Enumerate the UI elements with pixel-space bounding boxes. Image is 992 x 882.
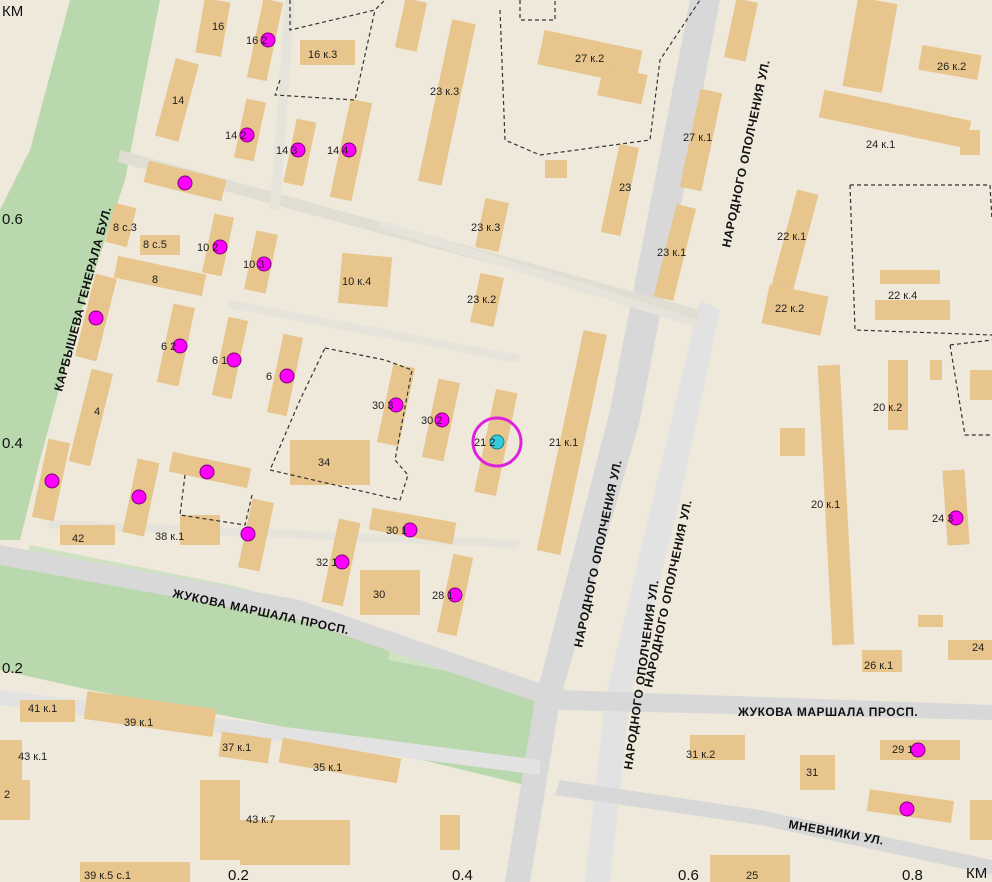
house-label: 34 <box>318 457 330 469</box>
map-marker <box>131 489 147 505</box>
house-label: 21 к.1 <box>549 437 578 449</box>
building <box>180 515 220 545</box>
house-label: 29 1 <box>892 744 913 756</box>
house-label: 31 <box>806 767 818 779</box>
house-label: 30 3 <box>372 400 393 412</box>
scale-tick: 0.2 <box>2 660 23 677</box>
building <box>360 570 420 615</box>
house-label: 26 к.1 <box>864 660 893 672</box>
house-label: 24 к.1 <box>866 139 895 151</box>
map-marker <box>199 464 215 480</box>
house-label: 35 к.1 <box>313 762 342 774</box>
map-marker <box>899 801 915 817</box>
house-label: 10 3 <box>243 259 264 271</box>
building <box>888 360 908 430</box>
house-label: 8 с.3 <box>113 222 137 234</box>
house-label: 14 <box>172 95 184 107</box>
building <box>880 270 940 284</box>
house-label: 31 к.2 <box>686 749 715 761</box>
house-label: 23 к.1 <box>657 247 686 259</box>
house-label: 6 2 <box>161 341 176 353</box>
house-label: 25 <box>746 870 758 882</box>
building <box>970 800 992 840</box>
building <box>960 130 980 155</box>
house-label: 42 <box>72 533 84 545</box>
house-label: 37 к.1 <box>222 742 251 754</box>
map-svg[interactable]: 16 16 2 16 к.3 14 14 2 14 3 14 4 23 к.3 … <box>0 0 992 882</box>
house-label: 16 2 <box>246 35 267 47</box>
house-label: 2 <box>4 789 10 801</box>
house-label: 14 3 <box>276 145 297 157</box>
map-canvas[interactable]: 16 16 2 16 к.3 14 14 2 14 3 14 4 23 к.3 … <box>0 0 992 882</box>
house-label: 10 2 <box>197 242 218 254</box>
building <box>545 160 567 178</box>
house-label: 22 к.4 <box>888 290 917 302</box>
house-label: 22 к.2 <box>775 303 804 315</box>
house-label: 23 к.2 <box>467 294 496 306</box>
house-label: 8 с.5 <box>143 239 167 251</box>
map-marker <box>44 473 60 489</box>
map-marker <box>177 175 193 191</box>
house-label: 23 <box>619 182 631 194</box>
house-label: 14 4 <box>327 145 348 157</box>
house-label: 8 <box>152 274 158 286</box>
scale-tick: 0.6 <box>678 867 699 882</box>
house-label: 32 1 <box>316 557 337 569</box>
house-label: 23 к.3 <box>430 86 459 98</box>
house-label: 14 2 <box>225 130 246 142</box>
scale-tick: 0.8 <box>902 867 923 882</box>
house-label: 20 к.1 <box>811 499 840 511</box>
house-label: 20 к.2 <box>873 402 902 414</box>
building <box>60 525 115 545</box>
building <box>930 360 942 380</box>
house-label: 39 к.1 <box>124 717 153 729</box>
building <box>240 820 350 865</box>
house-label: 26 к.2 <box>937 61 966 73</box>
building <box>970 370 992 400</box>
street-label-zhukova-right: ЖУКОВА МАРШАЛА ПРОСП. <box>737 705 918 719</box>
house-label: 24 3 <box>932 513 953 525</box>
house-label: 43 к.7 <box>246 814 275 826</box>
house-label: 28 1 <box>432 590 453 602</box>
house-label: 43 к.1 <box>18 751 47 763</box>
house-label: 6 <box>266 371 272 383</box>
house-label: 38 к.1 <box>155 531 184 543</box>
house-label: 27 к.2 <box>575 53 604 65</box>
scale-unit-bottom: КМ <box>966 865 987 882</box>
house-label: 30 <box>373 589 385 601</box>
building <box>918 615 943 627</box>
house-label: 16 <box>212 21 224 33</box>
house-label: 23 к.3 <box>471 222 500 234</box>
house-label: 41 к.1 <box>28 703 57 715</box>
house-label: 39 к.5 с.1 <box>84 870 131 882</box>
scale-tick: 0.4 <box>2 435 23 452</box>
scale-tick: 0.2 <box>228 867 249 882</box>
house-label: 30 2 <box>421 415 442 427</box>
house-label: 21 2 <box>474 437 495 449</box>
house-label: 16 к.3 <box>308 49 337 61</box>
map-marker <box>88 310 104 326</box>
scale-unit-top: КМ <box>2 3 23 20</box>
house-label: 6 1 <box>212 355 227 367</box>
house-label: 30 1 <box>386 525 407 537</box>
map-marker <box>226 352 242 368</box>
house-label: 22 к.1 <box>777 231 806 243</box>
scale-tick: 0.6 <box>2 211 23 228</box>
map-marker <box>279 368 295 384</box>
house-label: 27 к.1 <box>683 132 712 144</box>
house-label: 10 к.4 <box>342 276 371 288</box>
building <box>875 300 950 320</box>
building <box>948 640 992 660</box>
map-marker <box>240 526 256 542</box>
house-label: 4 <box>94 406 100 418</box>
scale-tick: 0.4 <box>452 867 473 882</box>
building <box>780 428 805 456</box>
building <box>200 780 240 860</box>
building <box>440 815 460 850</box>
house-label: 24 <box>972 642 984 654</box>
